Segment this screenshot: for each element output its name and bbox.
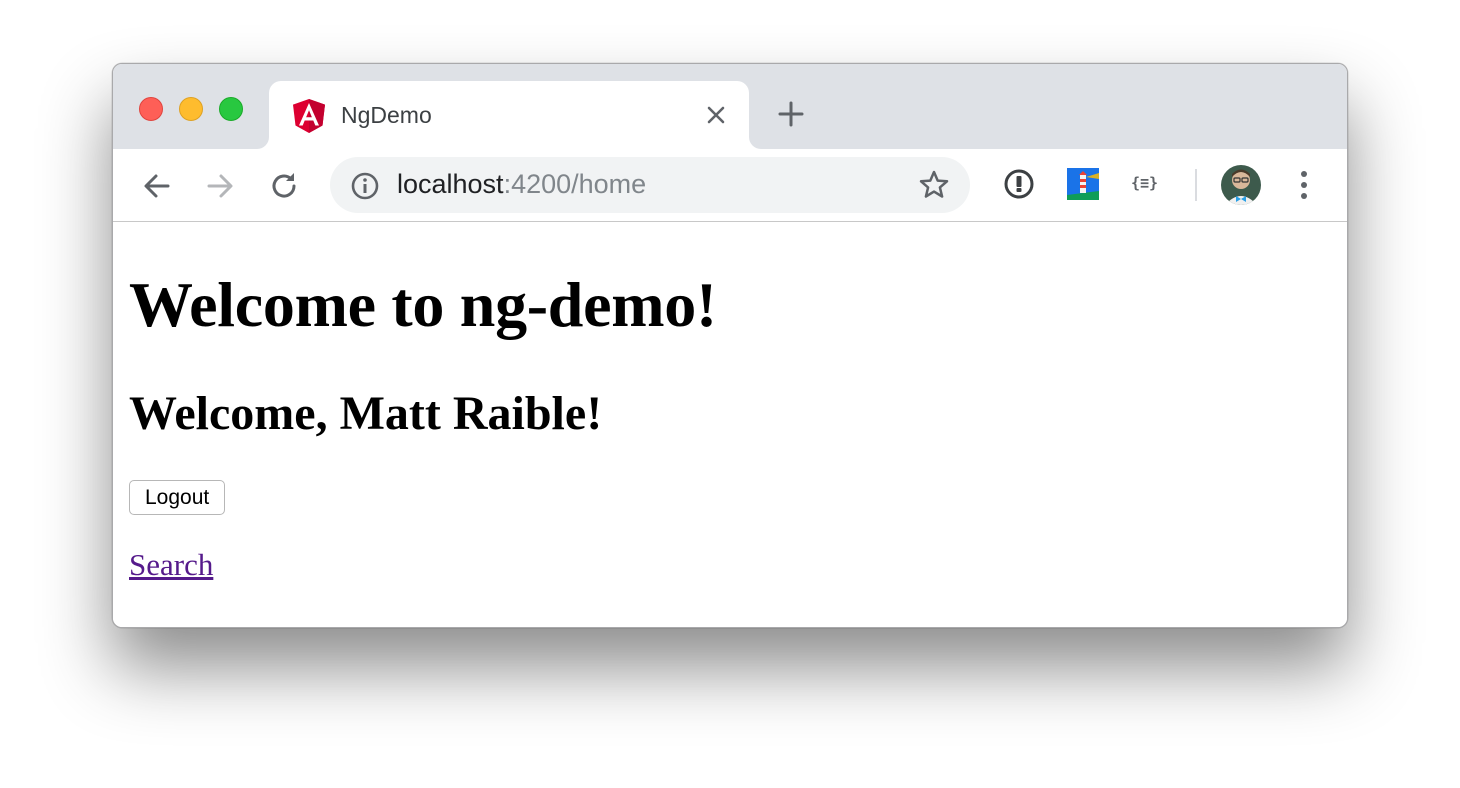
browser-toolbar: localhost:4200/home {≡} [113,149,1347,222]
reload-button[interactable] [267,169,301,203]
title-bar: NgDemo [113,64,1347,149]
angular-icon [293,99,325,133]
url-host: localhost [397,169,504,199]
url-text[interactable]: localhost:4200/home [397,169,646,200]
close-window-button[interactable] [139,97,163,121]
minimize-window-button[interactable] [179,97,203,121]
tab-title: NgDemo [341,102,432,128]
forward-button[interactable] [203,169,237,203]
address-bar[interactable]: localhost:4200/home [330,157,970,213]
password-manager-icon[interactable] [1002,167,1036,201]
tab-close-icon[interactable] [705,104,727,126]
star-icon[interactable] [918,169,950,201]
browser-window: NgDemo localhost:4200/home {≡} Welcome t… [112,63,1348,628]
url-path: :4200/home [503,169,647,199]
profile-avatar[interactable] [1221,165,1261,205]
json-formatter-icon[interactable]: {≡} [1131,174,1163,196]
page-title: Welcome to ng-demo! [129,269,717,340]
back-button[interactable] [140,169,174,203]
search-link[interactable]: Search [129,547,213,583]
logout-button[interactable]: Logout [129,480,226,515]
toolbar-divider [1195,169,1197,201]
menu-dots-icon[interactable] [1293,167,1315,203]
back-arrow-icon [144,174,170,198]
page-content: Welcome to ng-demo! Welcome, Matt Raible… [113,222,1347,627]
info-icon[interactable] [350,171,380,201]
user-greeting: Welcome, Matt Raible! [129,387,603,440]
new-tab-icon[interactable] [777,100,805,128]
tab-ngdemo[interactable]: NgDemo [269,81,749,149]
avatar-image [1221,165,1261,205]
lighthouse-icon[interactable] [1066,167,1100,201]
forward-arrow-icon [207,174,233,198]
maximize-window-button[interactable] [219,97,243,121]
reload-icon [272,173,296,198]
